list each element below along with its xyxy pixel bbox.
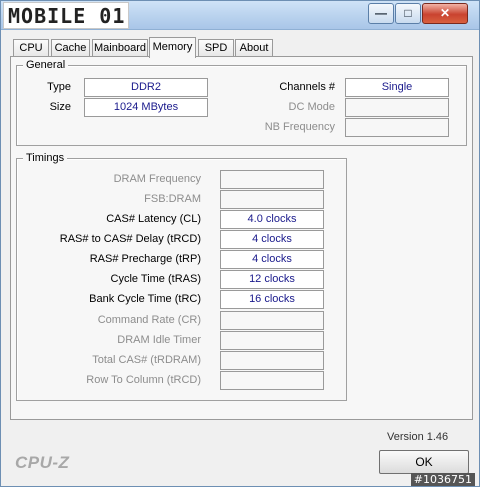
timing-label: DRAM Frequency: [113, 173, 201, 185]
tab-mainboard[interactable]: Mainboard: [92, 39, 148, 57]
timings-group: Timings DRAM Frequency FSB:DRAM CAS# Lat…: [16, 152, 347, 401]
channels-label: Channels #: [279, 81, 335, 93]
timing-label: Command Rate (CR): [97, 314, 201, 326]
ok-button[interactable]: OK: [379, 450, 469, 474]
timing-label: RAS# Precharge (tRP): [89, 253, 201, 265]
timing-label: CAS# Latency (CL): [106, 213, 201, 225]
cpuz-brand: CPU-Z: [15, 453, 70, 472]
general-group: General Type DDR2 Size 1024 MBytes Chann…: [16, 59, 467, 146]
tab-spd[interactable]: SPD: [198, 39, 234, 57]
timing-label: FSB:DRAM: [144, 193, 201, 205]
memory-panel: General Type DDR2 Size 1024 MBytes Chann…: [10, 56, 473, 420]
timing-value: [220, 190, 324, 209]
site-logo: MOBILE 01: [3, 2, 129, 29]
timing-value: [220, 371, 324, 390]
dc-mode-label: DC Mode: [288, 101, 335, 113]
timing-value: [220, 351, 324, 370]
timing-label: RAS# to CAS# Delay (tRCD): [59, 233, 201, 245]
timing-label: Bank Cycle Time (tRC): [89, 293, 201, 305]
timing-label: Row To Column (tRCD): [86, 374, 201, 386]
size-value: 1024 MBytes: [84, 98, 208, 117]
version-label: Version 1.46: [387, 431, 449, 443]
timing-value: 4.0 clocks: [220, 210, 324, 229]
maximize-button[interactable]: □: [395, 3, 421, 24]
type-value: DDR2: [84, 78, 208, 97]
tab-cache[interactable]: Cache: [51, 39, 90, 57]
channels-value: Single: [345, 78, 449, 97]
timing-label: DRAM Idle Timer: [117, 334, 201, 346]
size-label: Size: [49, 101, 71, 113]
maximize-icon: □: [404, 6, 412, 20]
minimize-icon: —: [375, 6, 387, 20]
timing-value: [220, 170, 324, 189]
tab-cpu[interactable]: CPU: [13, 39, 49, 57]
title-bar[interactable]: MOBILE 01 — □ ✕: [1, 1, 479, 30]
minimize-button[interactable]: —: [368, 3, 394, 24]
timing-value: [220, 331, 324, 350]
timing-value: 16 clocks: [220, 290, 324, 309]
timing-label: Cycle Time (tRAS): [110, 273, 201, 285]
type-label: Type: [47, 81, 71, 93]
tab-memory[interactable]: Memory: [149, 37, 196, 58]
nb-frequency-label: NB Frequency: [264, 121, 335, 133]
general-group-title: General: [23, 59, 69, 71]
cpuz-window: MOBILE 01 — □ ✕ CPU Cache Mainboard Memo…: [0, 0, 480, 487]
dc-mode-value: [345, 98, 449, 117]
timing-label: Total CAS# (tRDRAM): [92, 354, 201, 366]
close-icon: ✕: [439, 6, 451, 20]
timing-value: 4 clocks: [220, 250, 324, 269]
timing-value: 4 clocks: [220, 230, 324, 249]
close-button[interactable]: ✕: [422, 3, 468, 24]
timings-group-title: Timings: [23, 152, 68, 164]
nb-frequency-value: [345, 118, 449, 137]
watermark-id: #1036751: [410, 473, 475, 486]
tab-about[interactable]: About: [235, 39, 273, 57]
timing-value: [220, 311, 324, 330]
logo-text: MOBILE 01: [8, 4, 126, 28]
timing-value: 12 clocks: [220, 270, 324, 289]
